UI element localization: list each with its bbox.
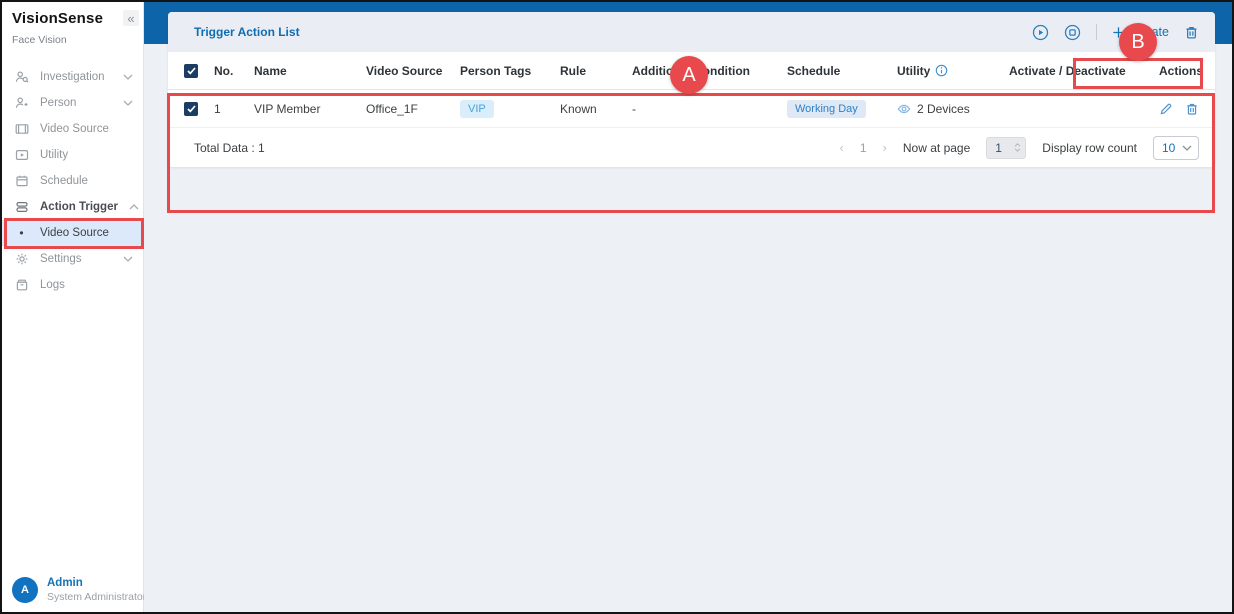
- utility-devices-label: 2 Devices: [917, 101, 970, 116]
- eye-icon: [897, 102, 911, 116]
- activate-button[interactable]: [1032, 24, 1049, 41]
- column-header-no: No.: [214, 63, 234, 78]
- delete-icon[interactable]: [1185, 102, 1199, 116]
- panel-title: Trigger Action List: [194, 25, 300, 39]
- row-count-value: 10: [1162, 140, 1176, 155]
- sidebar-item-label: Video Source: [40, 123, 109, 135]
- page-number-input[interactable]: 1: [986, 136, 1027, 159]
- table-footer: Total Data : 1 ‹ 1 › Now at page 1 Displ…: [168, 128, 1215, 167]
- chevron-down-icon: [123, 100, 133, 106]
- table-row: 1 VIP Member Office_1F VIP Known - Worki…: [168, 90, 1215, 128]
- cell-rule: Known: [560, 101, 597, 116]
- cell-no: 1: [214, 101, 221, 116]
- chevron-up-icon: [129, 204, 139, 210]
- user-profile: A Admin System Administrator: [12, 577, 146, 603]
- spinner-icon[interactable]: [1014, 143, 1021, 152]
- sidebar-item-settings[interactable]: Settings: [2, 246, 143, 272]
- bullet-icon: •: [19, 226, 24, 240]
- toggle-knob: [993, 110, 1007, 125]
- prev-page-icon[interactable]: ‹: [840, 140, 844, 155]
- person-search-icon: [14, 70, 29, 85]
- column-header-additional-condition: Additional Condition: [632, 63, 750, 78]
- table-header-row: No. Name Video Source Person Tags Rule A…: [168, 52, 1215, 90]
- settings-icon: [14, 252, 29, 267]
- utility-devices-link[interactable]: 2 Devices: [897, 102, 1009, 116]
- sidebar-menu: Investigation Person Video Source Utilit…: [2, 64, 143, 298]
- panel-header: Trigger Action List Create: [168, 12, 1215, 52]
- deactivate-button[interactable]: [1064, 24, 1081, 41]
- sidebar-item-investigation[interactable]: Investigation: [2, 64, 143, 90]
- check-icon: [186, 104, 196, 113]
- edit-icon[interactable]: [1159, 102, 1173, 116]
- user-role: System Administrator: [47, 591, 147, 603]
- column-header-activate-deactivate: Activate / Deactivate: [1009, 63, 1126, 78]
- sidebar-item-label: Person: [40, 97, 77, 109]
- page-input-value: 1: [995, 140, 1002, 155]
- chevron-down-icon: [123, 256, 133, 262]
- trigger-action-panel: Trigger Action List Create No. Name Vide…: [168, 12, 1215, 167]
- pagination: ‹ 1 ›: [840, 140, 887, 155]
- page-number[interactable]: 1: [860, 141, 867, 155]
- toolbar-divider: [1096, 24, 1098, 40]
- info-icon[interactable]: [935, 64, 948, 77]
- sidebar-item-label: Utility: [40, 149, 69, 161]
- column-header-actions: Actions: [1159, 63, 1204, 78]
- row-count-select[interactable]: 10: [1153, 135, 1199, 160]
- next-page-icon[interactable]: ›: [883, 140, 887, 155]
- main-area: Video Source Trigger Action List: [144, 2, 1232, 612]
- column-header-video-source: Video Source: [366, 63, 443, 78]
- avatar[interactable]: A: [12, 577, 38, 603]
- total-data-label: Total Data : 1: [194, 140, 265, 155]
- chevron-down-icon: [1182, 145, 1192, 151]
- create-button-label: Create: [1131, 25, 1169, 39]
- schedule-badge: Working Day: [787, 99, 866, 118]
- action-trigger-icon: [14, 200, 29, 215]
- sidebar-item-label: Schedule: [40, 175, 88, 187]
- now-at-page-label: Now at page: [902, 140, 971, 155]
- create-button[interactable]: Create: [1112, 25, 1169, 39]
- sidebar-subitem-video-source[interactable]: • Video Source: [2, 220, 143, 246]
- screen: VisionSense Face Vision « Investigation …: [0, 0, 1234, 614]
- column-header-person-tags: Person Tags: [460, 63, 532, 78]
- sidebar-item-label: Action Trigger: [40, 201, 118, 213]
- sidebar-item-label: Investigation: [40, 71, 105, 83]
- sidebar-item-action-trigger[interactable]: Action Trigger: [2, 194, 143, 220]
- utility-icon: [14, 148, 29, 163]
- column-header-rule: Rule: [560, 63, 587, 78]
- row-count-label: Display row count: [1042, 140, 1137, 155]
- cell-name: VIP Member: [254, 101, 321, 116]
- delete-button[interactable]: [1184, 25, 1199, 40]
- logs-icon: [14, 278, 29, 293]
- user-name: Admin: [47, 577, 83, 589]
- app-title: VisionSense: [12, 10, 104, 27]
- column-header-name: Name: [254, 63, 287, 78]
- schedule-icon: [14, 174, 29, 189]
- column-header-schedule: Schedule: [787, 63, 841, 78]
- sidebar-item-label: Settings: [40, 253, 82, 265]
- sidebar: VisionSense Face Vision « Investigation …: [2, 2, 146, 612]
- row-checkbox[interactable]: [184, 101, 198, 116]
- check-icon: [186, 66, 196, 75]
- chevron-down-icon: [123, 74, 133, 80]
- sidebar-header: VisionSense Face Vision «: [2, 2, 143, 46]
- select-all-checkbox[interactable]: [184, 63, 198, 78]
- sidebar-item-label: Logs: [40, 279, 65, 291]
- sidebar-item-video-source[interactable]: Video Source: [2, 116, 143, 142]
- sidebar-item-logs[interactable]: Logs: [2, 272, 143, 298]
- sidebar-item-utility[interactable]: Utility: [2, 142, 143, 168]
- cell-video-source: Office_1F: [366, 101, 418, 116]
- sidebar-item-label: Video Source: [40, 227, 109, 239]
- person-icon: [14, 96, 29, 111]
- person-tag-badge: VIP: [460, 99, 494, 118]
- plus-icon: [1112, 26, 1125, 39]
- panel-toolbar: Create: [1032, 24, 1199, 41]
- sidebar-item-person[interactable]: Person: [2, 90, 143, 116]
- app-subtitle: Face Vision: [12, 34, 67, 46]
- sidebar-collapse-button[interactable]: «: [123, 10, 139, 26]
- video-source-icon: [14, 122, 29, 137]
- column-header-utility: Utility: [897, 63, 931, 78]
- sidebar-item-schedule[interactable]: Schedule: [2, 168, 143, 194]
- cell-additional-condition: -: [632, 101, 636, 116]
